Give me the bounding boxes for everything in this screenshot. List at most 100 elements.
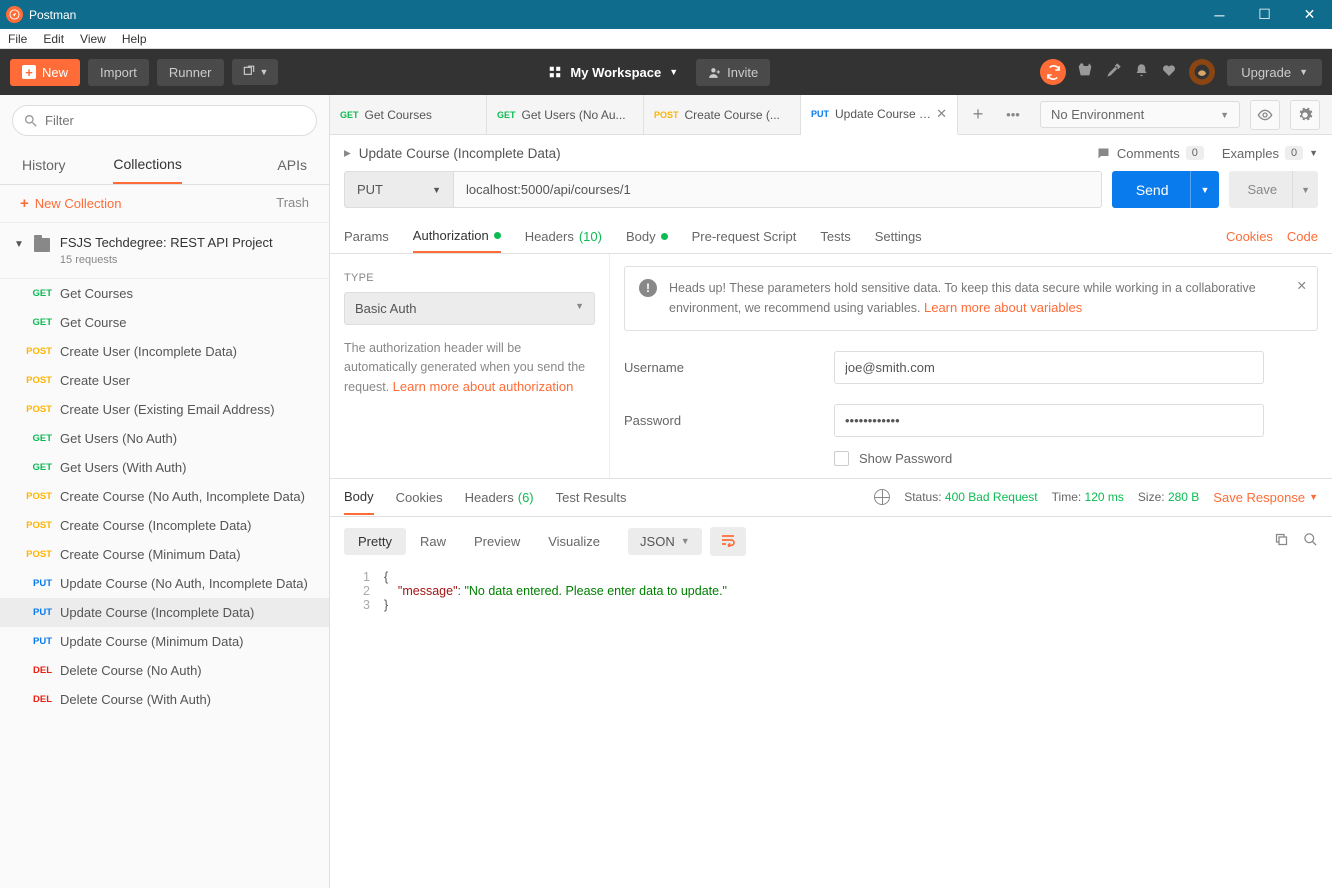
expand-icon[interactable]: ▸ [344, 145, 351, 161]
send-button[interactable]: Send [1112, 171, 1193, 208]
invite-button[interactable]: Invite [696, 59, 770, 86]
auth-learn-more-link[interactable]: Learn more about authorization [393, 379, 574, 394]
request-item[interactable]: DELDelete Course (No Auth) [0, 656, 329, 685]
mode-pretty[interactable]: Pretty [344, 528, 406, 555]
request-item[interactable]: PUTUpdate Course (Incomplete Data) [0, 598, 329, 627]
collection-header[interactable]: ▼ FSJS Techdegree: REST API Project 15 r… [0, 223, 329, 279]
examples-button[interactable]: Examples 0 ▼ [1222, 146, 1318, 161]
workspace-selector[interactable]: My Workspace ▼ [548, 65, 678, 80]
mode-visualize[interactable]: Visualize [534, 528, 614, 555]
subtab-params[interactable]: Params [344, 221, 389, 252]
url-input[interactable] [454, 171, 1102, 208]
request-tab[interactable]: PUTUpdate Course (I...✕ [801, 95, 958, 135]
environment-label: No Environment [1051, 107, 1144, 122]
request-tab[interactable]: GETGet Courses [330, 95, 487, 134]
menu-view[interactable]: View [80, 32, 106, 46]
method-selector[interactable]: PUT ▼ [344, 171, 454, 208]
subtab-authorization[interactable]: Authorization [413, 220, 501, 253]
folder-icon [34, 238, 50, 252]
active-dot-icon [661, 233, 668, 240]
method-tag: DEL [20, 694, 52, 705]
tab-history[interactable]: History [22, 147, 66, 183]
environment-quicklook-button[interactable] [1250, 100, 1280, 130]
tab-method: PUT [811, 109, 829, 119]
request-tab[interactable]: GETGet Users (No Au... [487, 95, 644, 134]
sync-button[interactable] [1040, 59, 1066, 85]
show-password-checkbox[interactable] [834, 451, 849, 466]
request-item[interactable]: POSTCreate User (Existing Email Address) [0, 395, 329, 424]
subtab-prerequest[interactable]: Pre-request Script [692, 221, 797, 252]
notifications-icon[interactable] [1134, 63, 1149, 82]
request-item[interactable]: GETGet Courses [0, 279, 329, 308]
new-tab-button[interactable]: + [958, 95, 998, 134]
new-window-button[interactable]: ▼ [232, 59, 279, 85]
request-item[interactable]: GETGet Users (No Auth) [0, 424, 329, 453]
format-selector[interactable]: JSON ▼ [628, 528, 702, 555]
request-item[interactable]: POSTCreate User [0, 366, 329, 395]
tab-collections[interactable]: Collections [113, 146, 181, 184]
banner-close-button[interactable]: ✕ [1297, 277, 1307, 296]
request-item[interactable]: PUTUpdate Course (No Auth, Incomplete Da… [0, 569, 329, 598]
request-item[interactable]: PUTUpdate Course (Minimum Data) [0, 627, 329, 656]
minimize-button[interactable]: ─ [1197, 0, 1242, 29]
environment-settings-button[interactable] [1290, 100, 1320, 130]
environment-selector[interactable]: No Environment ▼ [1040, 101, 1240, 128]
user-avatar[interactable] [1189, 59, 1215, 85]
request-item[interactable]: GETGet Course [0, 308, 329, 337]
comments-button[interactable]: Comments 0 [1096, 146, 1204, 161]
wrap-lines-button[interactable] [710, 527, 746, 556]
request-tab[interactable]: POSTCreate Course (... [644, 95, 801, 134]
trash-link[interactable]: Trash [276, 195, 309, 212]
request-item[interactable]: POSTCreate Course (Minimum Data) [0, 540, 329, 569]
menu-file[interactable]: File [8, 32, 27, 46]
request-item[interactable]: DELDelete Course (With Auth) [0, 685, 329, 714]
copy-button[interactable] [1274, 532, 1289, 550]
request-item[interactable]: GETGet Users (With Auth) [0, 453, 329, 482]
filter-input[interactable] [12, 105, 317, 136]
resp-tab-headers[interactable]: Headers (6) [465, 490, 534, 505]
resp-headers-count: (6) [518, 490, 534, 505]
upgrade-button[interactable]: Upgrade ▼ [1227, 59, 1322, 86]
send-options-button[interactable]: ▼ [1190, 171, 1220, 208]
subtab-settings[interactable]: Settings [875, 221, 922, 252]
mode-raw[interactable]: Raw [406, 528, 460, 555]
resp-tab-cookies[interactable]: Cookies [396, 490, 443, 505]
search-response-button[interactable] [1303, 532, 1318, 550]
request-item[interactable]: POSTCreate Course (Incomplete Data) [0, 511, 329, 540]
password-input[interactable] [834, 404, 1264, 437]
import-button[interactable]: Import [88, 59, 149, 86]
request-item[interactable]: POSTCreate Course (No Auth, Incomplete D… [0, 482, 329, 511]
settings-icon[interactable] [1106, 62, 1122, 82]
save-options-button[interactable]: ▼ [1292, 171, 1318, 208]
globe-icon[interactable] [874, 489, 890, 505]
collapse-icon[interactable]: ▼ [14, 239, 24, 250]
capture-icon[interactable] [1078, 62, 1094, 82]
response-body[interactable]: 1{2 "message": "No data entered. Please … [330, 566, 1332, 616]
save-response-button[interactable]: Save Response ▼ [1213, 490, 1318, 505]
close-tab-button[interactable]: ✕ [932, 106, 947, 122]
username-input[interactable] [834, 351, 1264, 384]
new-button[interactable]: + New [10, 59, 80, 86]
menu-edit[interactable]: Edit [43, 32, 64, 46]
close-window-button[interactable]: ✕ [1287, 0, 1332, 29]
resp-tab-body[interactable]: Body [344, 489, 374, 515]
tab-options-button[interactable]: ••• [998, 95, 1028, 134]
auth-type-selector[interactable]: Basic Auth ▼ [344, 292, 595, 325]
heart-icon[interactable] [1161, 62, 1177, 82]
subtab-body-label: Body [626, 229, 656, 244]
maximize-button[interactable]: ☐ [1242, 0, 1287, 29]
request-item[interactable]: POSTCreate User (Incomplete Data) [0, 337, 329, 366]
save-button[interactable]: Save [1229, 171, 1295, 208]
new-collection-button[interactable]: + New Collection [20, 195, 121, 212]
code-link[interactable]: Code [1287, 229, 1318, 244]
runner-button[interactable]: Runner [157, 59, 224, 86]
cookies-link[interactable]: Cookies [1226, 229, 1273, 244]
subtab-tests[interactable]: Tests [820, 221, 850, 252]
mode-preview[interactable]: Preview [460, 528, 534, 555]
resp-tab-tests[interactable]: Test Results [556, 490, 627, 505]
subtab-body[interactable]: Body [626, 221, 668, 252]
subtab-headers[interactable]: Headers (10) [525, 221, 602, 252]
tab-apis[interactable]: APIs [277, 147, 307, 183]
menu-help[interactable]: Help [122, 32, 147, 46]
variables-learn-more-link[interactable]: Learn more about variables [924, 300, 1082, 315]
